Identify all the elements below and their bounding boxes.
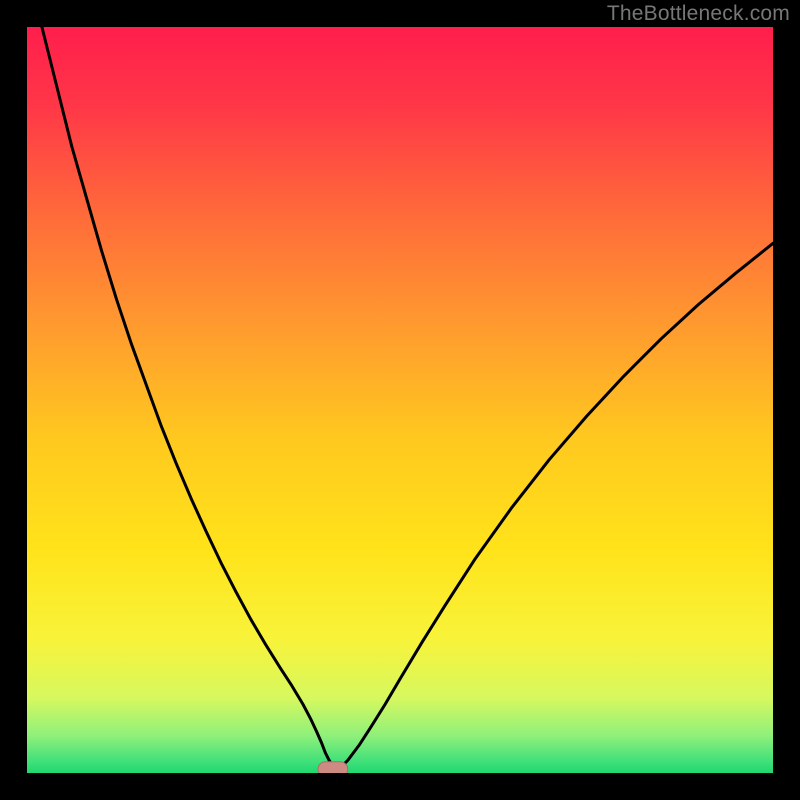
plot-area xyxy=(27,27,773,773)
bottleneck-curve-chart xyxy=(27,27,773,773)
chart-frame: TheBottleneck.com xyxy=(0,0,800,800)
gradient-background xyxy=(27,27,773,773)
attribution-text: TheBottleneck.com xyxy=(607,2,790,26)
optimal-point-marker xyxy=(318,762,348,773)
